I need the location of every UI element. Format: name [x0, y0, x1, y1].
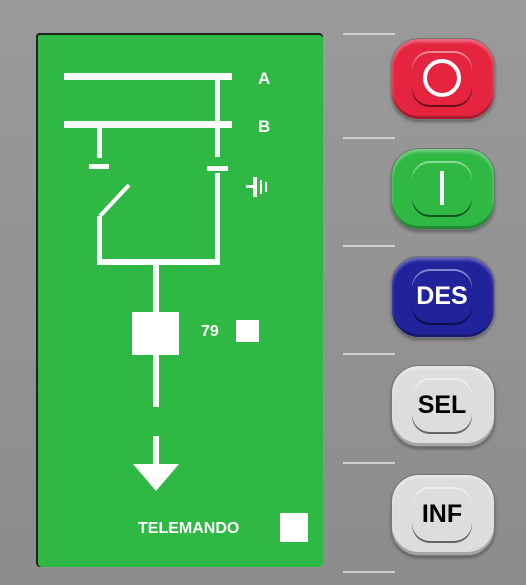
remote-control-label: TELEMANDO: [138, 520, 240, 537]
busbar-a-label: A: [258, 69, 271, 88]
open-circle-icon: [423, 59, 461, 97]
busbar-b-label: B: [258, 117, 271, 136]
feeder-join-bar: [97, 259, 220, 265]
busbar-a: [64, 73, 232, 80]
open-button-face: [412, 51, 472, 105]
recloser-indicator: [236, 320, 259, 342]
inf-button-label: INF: [421, 499, 463, 528]
single-line-diagram: [64, 73, 267, 491]
disconnector-right-bar: [215, 80, 220, 157]
disconnector-right-blade: [207, 166, 228, 171]
des-button-face: DES: [412, 269, 472, 323]
separator: [343, 137, 395, 139]
open-button[interactable]: [391, 38, 495, 120]
branch-right-lower: [215, 173, 220, 261]
breaker-switch-blade: [98, 183, 131, 218]
feeder-arrow-shaft: [153, 436, 159, 464]
close-button[interactable]: [391, 148, 495, 230]
remote-control-indicator: [280, 513, 308, 542]
des-button[interactable]: DES: [391, 256, 495, 338]
recloser-label: 79: [201, 323, 219, 340]
sel-button-label: SEL: [417, 390, 467, 419]
earth-bar-1: [253, 177, 257, 197]
earth-line: [246, 185, 254, 188]
separator: [343, 33, 395, 35]
inf-button[interactable]: INF: [391, 474, 495, 556]
disconnector-left-bar: [97, 128, 102, 158]
earth-bar-3: [265, 182, 267, 192]
close-bar-icon: [440, 171, 444, 205]
separator: [343, 245, 395, 247]
separator: [343, 571, 395, 573]
feeder-upper: [153, 265, 159, 312]
disconnector-left-blade: [89, 164, 109, 169]
feeder-arrow-head: [133, 464, 179, 491]
inf-button-face: INF: [412, 487, 472, 541]
branch-left-lower: [97, 216, 102, 259]
des-button-label: DES: [416, 281, 468, 310]
sel-button-face: SEL: [412, 378, 472, 432]
busbar-b: [64, 121, 232, 128]
sel-button[interactable]: SEL: [391, 365, 495, 447]
control-panel: A B 79 TELEMANDO DES SEL INF: [0, 0, 526, 585]
mimic-display: A B 79 TELEMANDO: [36, 33, 323, 567]
earth-bar-2: [260, 180, 262, 194]
separator: [343, 353, 395, 355]
circuit-breaker-box: [132, 312, 179, 355]
close-button-face: [412, 161, 472, 215]
separator: [343, 462, 395, 464]
feeder-lower: [153, 355, 159, 407]
